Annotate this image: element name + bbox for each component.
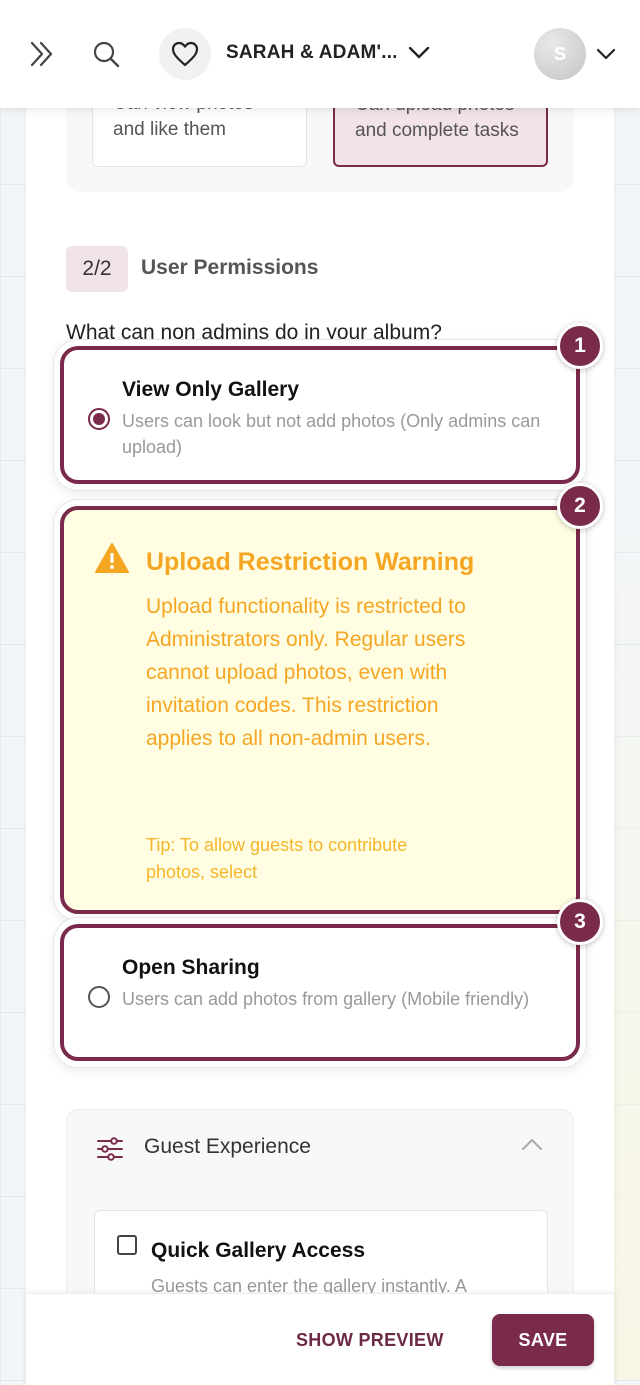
chevron-down-icon[interactable] [402, 36, 436, 70]
album-title[interactable]: SARAH & ADAM'... [226, 42, 396, 64]
role-viewer-line2: and like them [113, 119, 227, 140]
sliders-icon [95, 1134, 125, 1164]
annotation-badge-1: 1 [557, 323, 603, 369]
open-sharing-radio[interactable] [88, 986, 110, 1008]
guest-experience-title[interactable]: Guest Experience [144, 1135, 311, 1159]
option-open-sharing[interactable]: Open Sharing Users can add photos from g… [60, 924, 580, 1061]
top-header: SARAH & ADAM'... S [0, 0, 640, 108]
heart-icon[interactable] [159, 28, 211, 80]
option-view-only-gallery[interactable]: View Only Gallery Users can look but not… [60, 346, 580, 484]
save-button[interactable]: SAVE [492, 1314, 594, 1366]
view-only-description: Users can look but not add photos (Only … [122, 411, 541, 457]
quick-gallery-access-checkbox[interactable] [117, 1235, 137, 1255]
chevron-up-icon[interactable] [519, 1132, 551, 1164]
warning-title: Upload Restriction Warning [146, 548, 475, 576]
view-only-title: View Only Gallery [122, 378, 300, 401]
search-icon[interactable] [86, 34, 126, 74]
warning-body: Upload functionality is restricted to Ad… [146, 595, 466, 750]
annotation-badge-2: 2 [557, 483, 603, 529]
step-title: User Permissions [141, 256, 319, 279]
expand-icon[interactable] [22, 34, 62, 74]
warning-tip: Tip: To allow guests to contribute photo… [146, 835, 408, 882]
open-sharing-description: Users can add photos from gallery (Mobil… [122, 989, 530, 1009]
upload-restriction-warning: Upload Restriction Warning Upload functi… [60, 506, 580, 914]
annotation-badge-3: 3 [557, 899, 603, 945]
view-only-radio[interactable] [88, 408, 110, 430]
footer-bar: SHOW PREVIEW SAVE [26, 1293, 614, 1385]
step-badge: 2/2 [66, 246, 128, 292]
permissions-question: What can non admins do in your album? [66, 321, 442, 344]
avatar[interactable]: S [534, 28, 586, 80]
open-sharing-title: Open Sharing [122, 956, 260, 979]
warning-icon [94, 542, 130, 574]
role-uploader-line2: and complete tasks [355, 120, 519, 141]
show-preview-button[interactable]: SHOW PREVIEW [296, 1324, 444, 1356]
quick-gallery-access-title: Quick Gallery Access [151, 1239, 366, 1262]
account-chevron-down-icon[interactable] [590, 38, 622, 70]
